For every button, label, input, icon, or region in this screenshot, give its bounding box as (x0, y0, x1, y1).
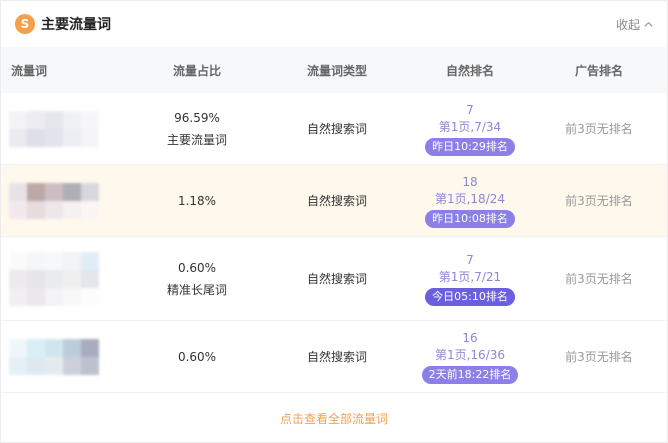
type-cell: 自然搜索词 (306, 350, 367, 364)
keyword-cell-blurred (1, 321, 127, 392)
natural-rank-cell: 7 第1页,7/21 今日05:10排名 (407, 252, 533, 306)
natural-rank-cell: 16 第1页,16/36 2天前18:22排名 (407, 330, 533, 384)
ad-rank-cell: 前3页无排名 (565, 350, 633, 364)
rank-time-badge: 昨日10:08排名 (425, 209, 515, 228)
column-header-type: 流量词类型 (306, 63, 367, 78)
keyword-cell-blurred (1, 237, 127, 320)
keyword-tag: 主要流量词 (166, 132, 227, 147)
share-value: 96.59% (174, 110, 220, 125)
card-title: 主要流量词 (41, 17, 111, 33)
table-row[interactable]: 96.59% 主要流量词 自然搜索词 7 第1页,7/34 昨日10:29排名 … (1, 93, 667, 165)
rank-position: 16 (462, 330, 478, 345)
chevron-up-icon (644, 21, 653, 27)
rank-position: 7 (466, 252, 474, 267)
blurred-keyword-image (9, 182, 99, 219)
view-all-keywords-link[interactable]: 点击查看全部流量词 (1, 393, 667, 443)
card-header: S 主要流量词 收起 (1, 1, 667, 47)
share-value: 1.18% (177, 193, 217, 208)
ad-rank-cell: 前3页无排名 (565, 122, 633, 136)
keyword-cell-blurred (1, 165, 127, 236)
share-cell: 0.60% 精准长尾词 (127, 257, 267, 301)
share-value: 0.60% (177, 260, 217, 275)
rank-page: 第1页,16/36 (434, 347, 506, 362)
column-header-ad-rank: 广告排名 (574, 63, 623, 78)
share-cell: 0.60% (127, 346, 267, 368)
column-header-keyword: 流量词 (11, 63, 48, 78)
blurred-keyword-image (9, 338, 99, 375)
collapse-label: 收起 (615, 17, 640, 32)
logo-icon: S (15, 14, 35, 34)
natural-rank-cell: 7 第1页,7/34 昨日10:29排名 (407, 102, 533, 156)
ad-rank-cell: 前3页无排名 (565, 194, 633, 208)
blurred-keyword-image (9, 110, 99, 147)
keyword-cell-blurred (1, 93, 127, 164)
ad-rank-cell: 前3页无排名 (565, 272, 633, 286)
table-row[interactable]: 1.18% 自然搜索词 18 第1页,18/24 昨日10:08排名 前3页无排… (1, 165, 667, 237)
table-row[interactable]: 0.60% 精准长尾词 自然搜索词 7 第1页,7/21 今日05:10排名 前… (1, 237, 667, 321)
rank-time-badge: 昨日10:29排名 (425, 137, 515, 156)
rank-page: 第1页,7/34 (438, 119, 502, 134)
type-cell: 自然搜索词 (306, 272, 367, 286)
type-cell: 自然搜索词 (306, 194, 367, 208)
collapse-button[interactable]: 收起 (616, 16, 653, 33)
share-cell: 96.59% 主要流量词 (127, 107, 267, 151)
blurred-keyword-image (9, 251, 99, 306)
rank-position: 7 (466, 102, 474, 117)
table-row[interactable]: 0.60% 自然搜索词 16 第1页,16/36 2天前18:22排名 前3页无… (1, 321, 667, 393)
column-header-share: 流量占比 (172, 63, 221, 78)
rank-page: 第1页,18/24 (434, 191, 506, 206)
table-header: 流量词 流量占比 流量词类型 自然排名 广告排名 (1, 47, 667, 93)
column-header-natural-rank: 自然排名 (445, 63, 494, 78)
share-cell: 1.18% (127, 190, 267, 212)
keyword-tag: 精准长尾词 (166, 282, 227, 297)
natural-rank-cell: 18 第1页,18/24 昨日10:08排名 (407, 174, 533, 228)
share-value: 0.60% (177, 349, 217, 364)
type-cell: 自然搜索词 (306, 122, 367, 136)
rank-time-badge: 今日05:10排名 (425, 287, 515, 306)
rank-time-badge: 2天前18:22排名 (421, 365, 519, 384)
rank-page: 第1页,7/21 (438, 269, 502, 284)
traffic-keywords-card: S 主要流量词 收起 流量词 流量占比 流量词类型 自然排名 广告排名 96.5… (0, 0, 668, 443)
rank-position: 18 (462, 174, 478, 189)
